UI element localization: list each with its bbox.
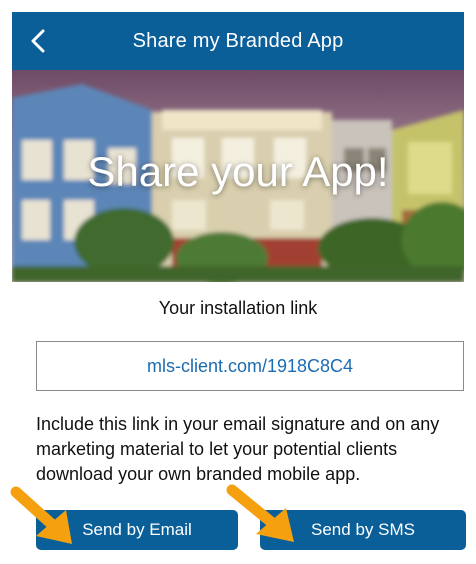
hero-title: Share your App! [87,148,389,195]
app-header: Share my Branded App [12,12,464,70]
send-by-email-button[interactable]: Send by Email [36,510,238,550]
installation-link-label: Your installation link [158,298,318,318]
hero-banner: Share your App! [12,70,464,282]
page-title: Share my Branded App [132,29,344,52]
installation-link-field[interactable]: mls-client.com/1918C8C4 [36,341,464,391]
send-by-sms-button[interactable]: Send by SMS [260,510,466,550]
description-text: Include this link in your email signatur… [36,414,440,484]
